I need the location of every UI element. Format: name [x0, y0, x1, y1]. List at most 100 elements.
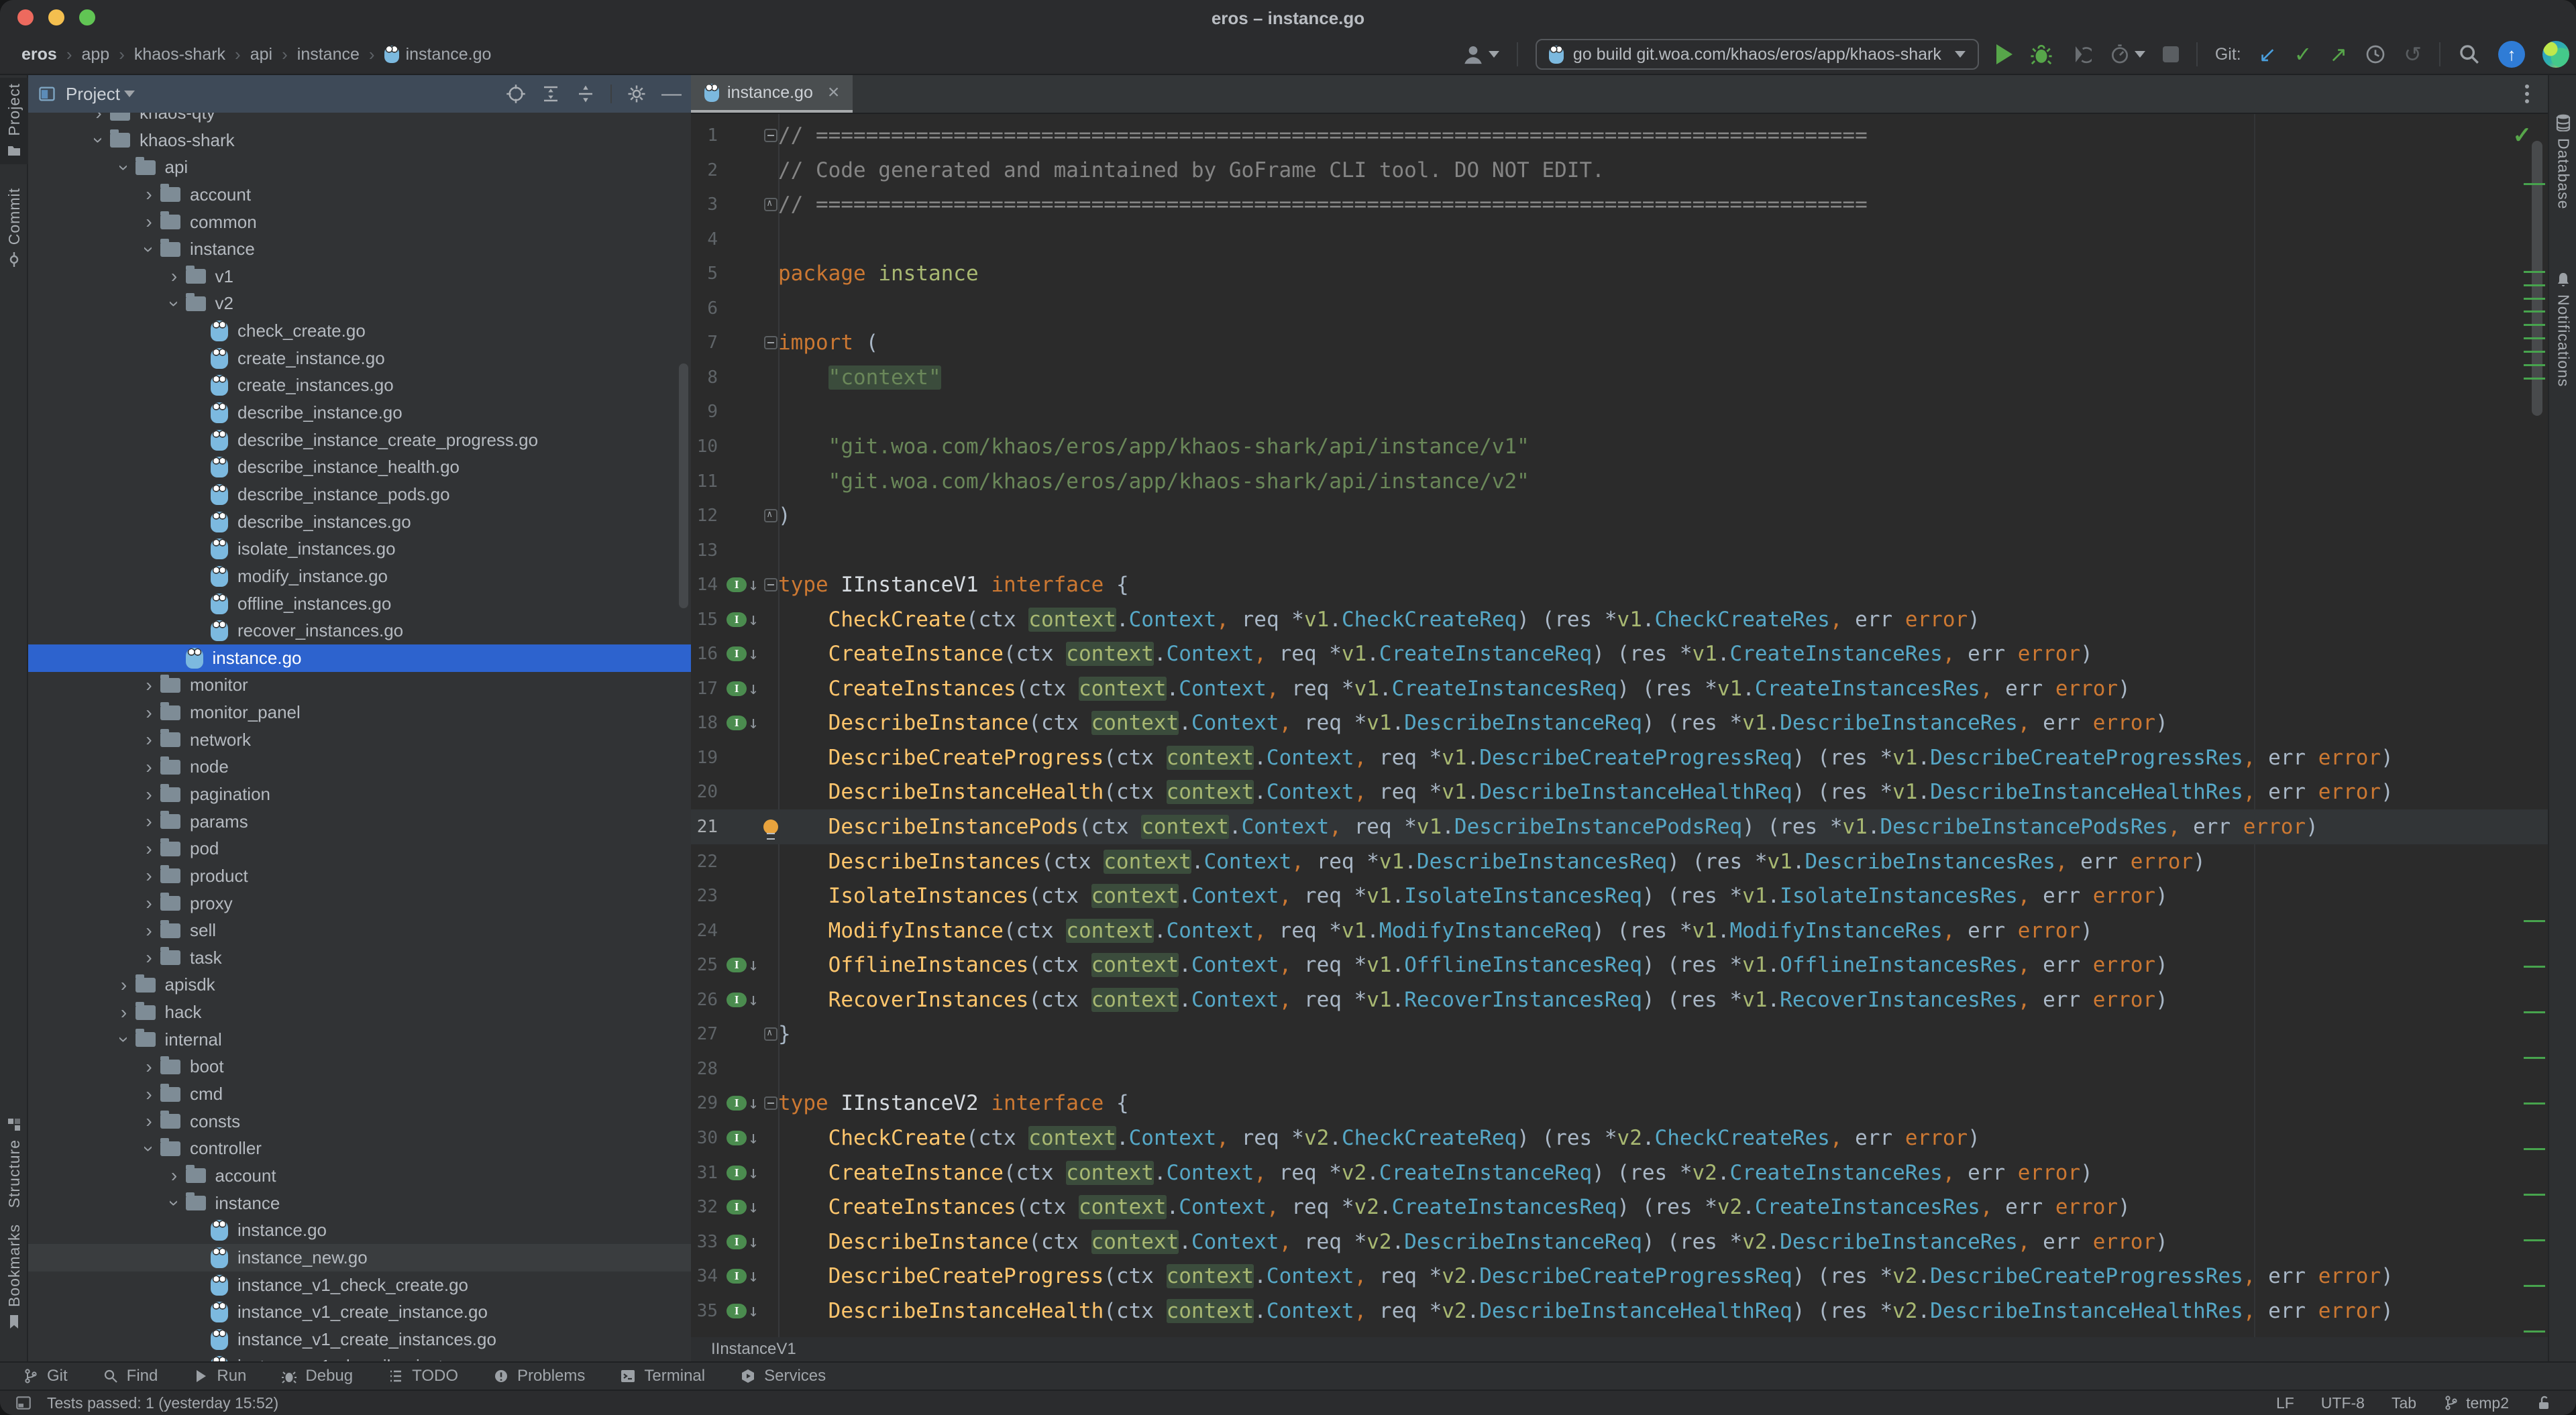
- ai-sphere-icon[interactable]: [2542, 41, 2569, 68]
- tree-item-task[interactable]: ›task: [28, 944, 691, 972]
- code-with-me-icon[interactable]: ↑: [2498, 41, 2525, 68]
- implemented-interface-icon[interactable]: I: [727, 1269, 747, 1284]
- stripe-mark[interactable]: [2524, 1057, 2545, 1059]
- code-line-21[interactable]: 21 DescribeInstancePods(ctx context.Cont…: [691, 809, 2548, 844]
- code-line-30[interactable]: 30I↓ CheckCreate(ctx context.Context, re…: [691, 1121, 2548, 1155]
- tree-item-common[interactable]: ›common: [28, 209, 691, 236]
- tree-item-instance-v1-create-instances-go[interactable]: instance_v1_create_instances.go: [28, 1326, 691, 1353]
- editor-scrollbar[interactable]: [2532, 141, 2542, 416]
- chevron-collapsed-icon[interactable]: ›: [138, 947, 160, 968]
- breadcrumb-item[interactable]: api: [250, 45, 272, 64]
- code-line-23[interactable]: 23 IsolateInstances(ctx context.Context,…: [691, 879, 2548, 913]
- tree-item-params[interactable]: ›params: [28, 808, 691, 836]
- chevron-expanded-icon[interactable]: ›: [88, 129, 109, 152]
- implemented-interface-icon[interactable]: I: [727, 993, 747, 1007]
- tree-item-internal[interactable]: ›internal: [28, 1026, 691, 1054]
- chevron-collapsed-icon[interactable]: ›: [138, 1111, 160, 1132]
- chevron-collapsed-icon[interactable]: ›: [138, 920, 160, 942]
- code-line-18[interactable]: 18I↓ DescribeInstance(ctx context.Contex…: [691, 705, 2548, 740]
- stripe-mark[interactable]: [2524, 284, 2545, 286]
- code-line-14[interactable]: 14I↓type IInstanceV1 interface {: [691, 567, 2548, 602]
- code-line-4[interactable]: 4: [691, 222, 2548, 257]
- tree-item-proxy[interactable]: ›proxy: [28, 890, 691, 917]
- stripe-mark[interactable]: [2524, 310, 2545, 313]
- tree-item-khaos-shark[interactable]: ›khaos-shark: [28, 127, 691, 154]
- stripe-mark[interactable]: [2524, 298, 2545, 300]
- code-line-8[interactable]: 8 "context": [691, 360, 2548, 395]
- tool-window-button-services[interactable]: Services: [740, 1367, 826, 1385]
- tree-item-v2[interactable]: ›v2: [28, 290, 691, 317]
- code-line-34[interactable]: 34I↓ DescribeCreateProgress(ctx context.…: [691, 1259, 2548, 1294]
- user-avatar-icon[interactable]: [1462, 43, 1499, 66]
- sidebar-item-project[interactable]: Project: [0, 78, 28, 164]
- code-line-16[interactable]: 16I↓ CreateInstance(ctx context.Context,…: [691, 636, 2548, 671]
- tree-item-pagination[interactable]: ›pagination: [28, 781, 691, 808]
- tree-item-describe-instance-pods-go[interactable]: describe_instance_pods.go: [28, 481, 691, 508]
- fold-marker-icon[interactable]: [764, 509, 777, 522]
- collapse-all-icon[interactable]: [576, 84, 596, 104]
- implemented-interface-icon[interactable]: I: [727, 1235, 747, 1249]
- breadcrumb-item[interactable]: khaos-shark: [134, 45, 225, 64]
- code-line-35[interactable]: 35I↓ DescribeInstanceHealth(ctx context.…: [691, 1294, 2548, 1328]
- code-line-26[interactable]: 26I↓ RecoverInstances(ctx context.Contex…: [691, 982, 2548, 1017]
- stripe-mark[interactable]: [2524, 1285, 2545, 1287]
- sidebar-item-commit[interactable]: Commit: [0, 182, 28, 273]
- expand-all-icon[interactable]: [541, 84, 561, 104]
- tree-item-node[interactable]: ›node: [28, 753, 691, 781]
- intention-lightbulb-icon[interactable]: [763, 819, 778, 834]
- tree-item-modify-instance-go[interactable]: modify_instance.go: [28, 563, 691, 590]
- chevron-collapsed-icon[interactable]: ›: [163, 266, 186, 287]
- implemented-interface-icon[interactable]: I: [727, 1304, 747, 1318]
- sidebar-item-notifications[interactable]: Notifications: [2549, 266, 2576, 392]
- code-line-1[interactable]: 1// ====================================…: [691, 118, 2548, 153]
- tool-window-button-git[interactable]: Git: [23, 1367, 68, 1385]
- breadcrumb-item[interactable]: app: [81, 45, 109, 64]
- tree-item-instance-go[interactable]: instance.go: [28, 1216, 691, 1244]
- code-line-24[interactable]: 24 ModifyInstance(ctx context.Context, r…: [691, 913, 2548, 948]
- error-stripe[interactable]: [2520, 114, 2548, 1337]
- code-line-33[interactable]: 33I↓ DescribeInstance(ctx context.Contex…: [691, 1225, 2548, 1259]
- status-widget-temp2[interactable]: temp2: [2443, 1394, 2509, 1412]
- chevron-collapsed-icon[interactable]: ›: [138, 211, 160, 233]
- history-clock-icon[interactable]: [2365, 44, 2386, 65]
- code-line-3[interactable]: 3// ====================================…: [691, 187, 2548, 222]
- search-everywhere-icon[interactable]: [2458, 43, 2481, 66]
- chevron-collapsed-icon[interactable]: ›: [138, 729, 160, 750]
- code-line-22[interactable]: 22 DescribeInstances(ctx context.Context…: [691, 844, 2548, 879]
- fold-marker-icon[interactable]: [764, 336, 777, 349]
- tree-item-controller[interactable]: ›controller: [28, 1135, 691, 1162]
- chevron-collapsed-icon[interactable]: ›: [138, 811, 160, 832]
- tree-item-khaos-qty[interactable]: ›khaos-qty: [28, 113, 691, 127]
- git-commit-check-icon[interactable]: ✓: [2294, 44, 2312, 65]
- hide-panel-icon[interactable]: —: [661, 82, 682, 105]
- implemented-interface-icon[interactable]: I: [727, 1166, 747, 1180]
- code-line-5[interactable]: 5package instance: [691, 256, 2548, 291]
- code-line-19[interactable]: 19 DescribeCreateProgress(ctx context.Co…: [691, 740, 2548, 775]
- tree-item-monitor-panel[interactable]: ›monitor_panel: [28, 699, 691, 726]
- implemented-interface-icon[interactable]: I: [727, 646, 747, 661]
- sidebar-item-structure[interactable]: Structure: [0, 1111, 28, 1213]
- tree-item-create-instance-go[interactable]: create_instance.go: [28, 345, 691, 372]
- tree-item-instance-v1-create-instance-go[interactable]: instance_v1_create_instance.go: [28, 1298, 691, 1326]
- code-line-13[interactable]: 13: [691, 533, 2548, 568]
- breadcrumb-item[interactable]: eros: [21, 45, 57, 64]
- tree-item-describe-instance-health-go[interactable]: describe_instance_health.go: [28, 453, 691, 481]
- status-widget-tab[interactable]: Tab: [2392, 1394, 2416, 1412]
- tree-item-create-instances-go[interactable]: create_instances.go: [28, 372, 691, 399]
- code-line-6[interactable]: 6: [691, 291, 2548, 326]
- stripe-mark[interactable]: [2524, 271, 2545, 273]
- chevron-collapsed-icon[interactable]: ›: [138, 1056, 160, 1078]
- tree-item-instance-v1-check-create-go[interactable]: instance_v1_check_create.go: [28, 1271, 691, 1299]
- code-line-25[interactable]: 25I↓ OfflineInstances(ctx context.Contex…: [691, 948, 2548, 982]
- run-with-coverage-button[interactable]: [2070, 44, 2092, 65]
- tree-item-consts[interactable]: ›consts: [28, 1108, 691, 1135]
- git-push-icon[interactable]: ↗: [2329, 44, 2347, 65]
- chevron-expanded-icon[interactable]: ›: [113, 156, 135, 179]
- code-line-32[interactable]: 32I↓ CreateInstances(ctx context.Context…: [691, 1190, 2548, 1225]
- chevron-collapsed-icon[interactable]: ›: [138, 675, 160, 696]
- fold-marker-icon[interactable]: [764, 198, 777, 211]
- sidebar-item-database[interactable]: Database: [2549, 109, 2576, 215]
- sidebar-item-bookmarks[interactable]: Bookmarks: [0, 1219, 28, 1335]
- chevron-expanded-icon[interactable]: ›: [138, 1137, 160, 1160]
- chevron-collapsed-icon[interactable]: ›: [113, 1002, 136, 1023]
